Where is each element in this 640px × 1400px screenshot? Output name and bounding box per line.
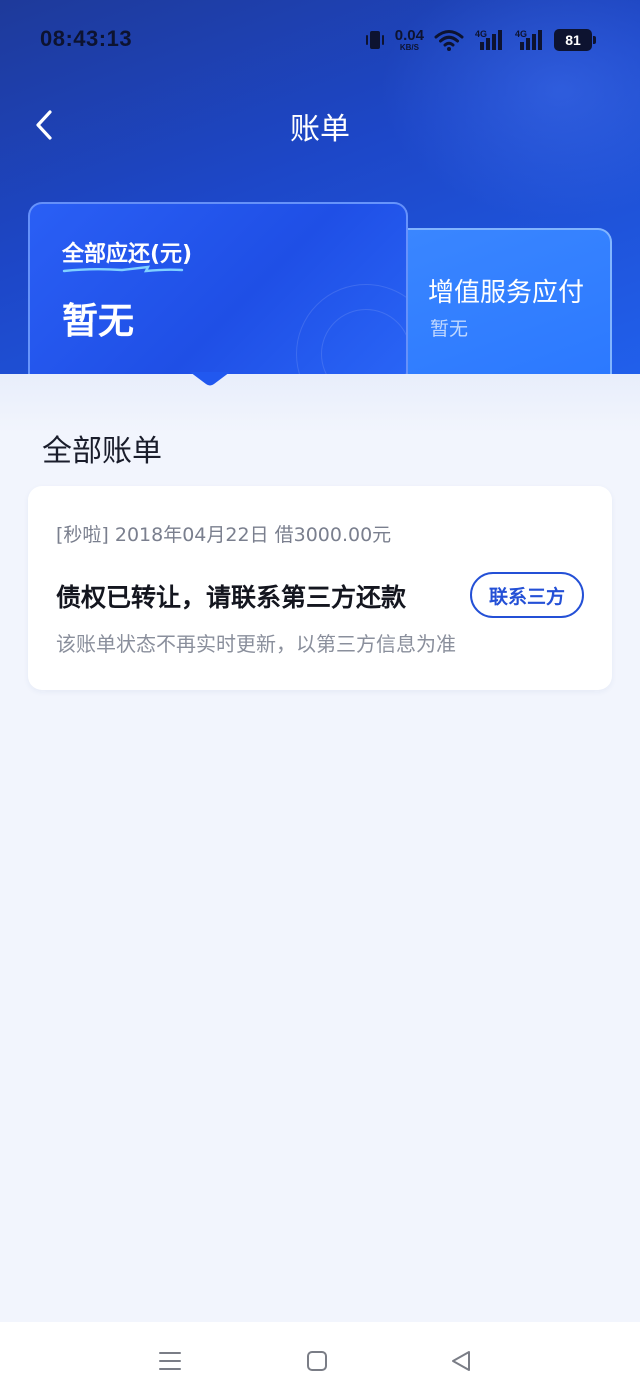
network-speed-value: 0.04 xyxy=(394,27,424,44)
bill-note: 该账单状态不再实时更新，以第三方信息为准 xyxy=(56,632,456,656)
battery-icon: 81 xyxy=(554,29,596,51)
home-icon[interactable] xyxy=(302,1346,332,1376)
tab-pointer-icon xyxy=(190,372,230,386)
value-added-service-value: 暂无 xyxy=(430,318,469,340)
underline-squiggle-icon xyxy=(62,265,184,273)
status-time: 08:43:13 xyxy=(40,26,133,51)
network-speed: 0.04 KB/S xyxy=(395,28,424,52)
bill-status: 债权已转让，请联系第三方还款 xyxy=(56,583,407,612)
status-icons: 0.04 KB/S 4G 4G 81 xyxy=(365,26,596,54)
value-added-service-card[interactable]: 增值服务应付 暂无 xyxy=(404,228,612,388)
page-title: 账单 xyxy=(290,112,350,147)
network-speed-unit: KB/S xyxy=(399,43,419,52)
wifi-icon xyxy=(434,28,464,52)
contact-third-party-button[interactable]: 联系三方 xyxy=(470,572,584,618)
total-due-card[interactable]: 全部应还(元) 暂无 xyxy=(28,202,408,392)
status-bar: 08:43:13 0.04 KB/S 4G 4G 81 xyxy=(0,0,640,80)
content-area: 全部账单 [秒啦] 2018年04月22日 借3000.00元 债权已转让，请联… xyxy=(0,372,640,1322)
svg-text:4G: 4G xyxy=(515,29,527,39)
value-added-service-label: 增值服务应付 xyxy=(428,278,585,308)
back-triangle-icon[interactable] xyxy=(446,1346,476,1376)
bill-card[interactable]: [秒啦] 2018年04月22日 借3000.00元 债权已转让，请联系第三方还… xyxy=(28,486,612,690)
signal-4g-icon: 4G xyxy=(514,28,544,52)
vibrate-icon xyxy=(365,28,385,52)
total-due-value: 暂无 xyxy=(62,301,135,342)
battery-level: 81 xyxy=(565,32,581,48)
section-title: 全部账单 xyxy=(42,434,162,469)
menu-icon[interactable] xyxy=(155,1346,185,1376)
system-navigation-bar xyxy=(0,1322,640,1400)
bill-meta: [秒啦] 2018年04月22日 借3000.00元 xyxy=(56,524,392,546)
signal-4g-icon: 4G xyxy=(474,28,504,52)
svg-text:4G: 4G xyxy=(475,29,487,39)
